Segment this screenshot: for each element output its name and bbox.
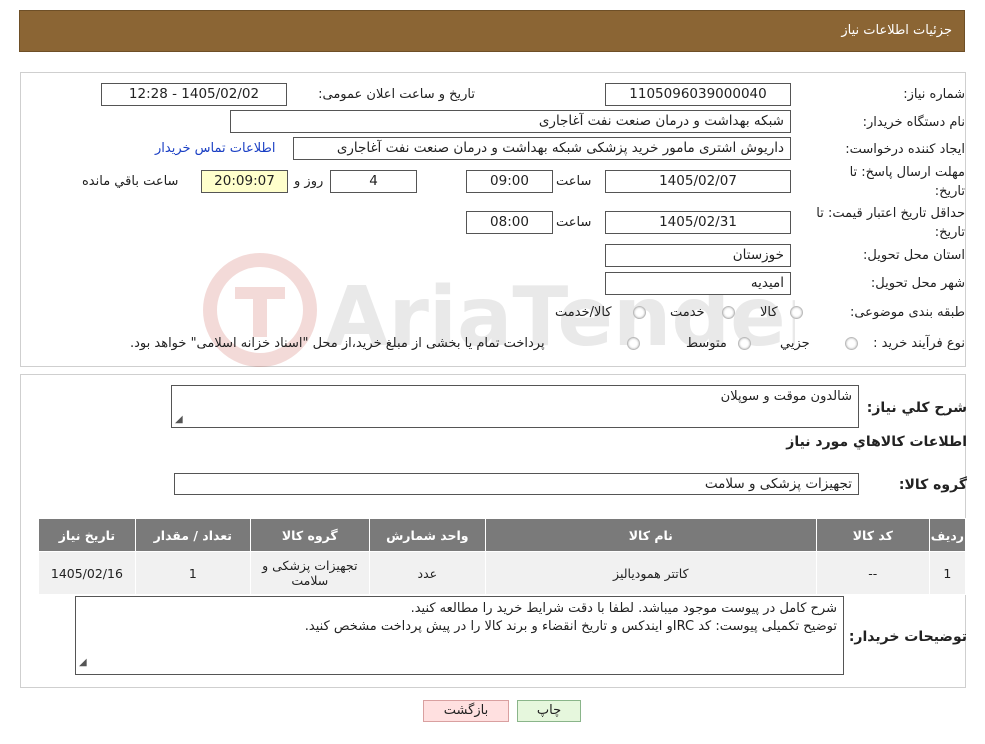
- announce-label: تاریخ و ساعت اعلان عمومی:: [318, 87, 475, 102]
- col-row-header: ردیف: [928, 518, 967, 552]
- buyer-org-field: شبکه بهداشت و درمان صنعت نفت آغاجاری: [230, 110, 791, 133]
- need-number-label: شماره نیاز:: [903, 87, 965, 102]
- category-radio-goods[interactable]: [790, 306, 803, 319]
- remaining-time-field: 20:09:07: [201, 170, 288, 193]
- category-option-both: کالا/خدمت: [555, 305, 612, 320]
- process-option-small: جزیي: [780, 336, 810, 351]
- buyer-notes-line2: توضیح تکمیلی پیوست: کد IRCو ایندکس و تار…: [304, 619, 837, 634]
- table-header-row: ردیف کد کالا نام کالا واحد شمارش گروه کا…: [38, 518, 967, 552]
- cell-unit: عدد: [368, 551, 486, 595]
- summary-text: شالدون موقت و سوپلان: [720, 389, 852, 404]
- group-label: گروه کالا:: [898, 477, 967, 493]
- buyer-contact-link[interactable]: اطلاعات تماس خریدار: [155, 141, 275, 156]
- items-table: ردیف کد کالا نام کالا واحد شمارش گروه کا…: [38, 518, 967, 595]
- cell-name: کاتتر همودیالیز: [484, 551, 817, 595]
- category-option-service: خدمت: [670, 305, 705, 320]
- process-label: نوع فرآیند خرید :: [873, 336, 965, 351]
- cell-qty: 1: [134, 551, 251, 595]
- price-validity-time-field: 08:00: [466, 211, 553, 234]
- summary-label: شرح کلي نیاز:: [866, 400, 967, 416]
- process-option-medium: متوسط: [686, 336, 727, 351]
- buyer-notes-line1: شرح کامل در پیوست موجود میباشد. لطفا با …: [410, 601, 837, 616]
- price-validity-time-label: ساعت: [556, 215, 592, 230]
- resize-grip-icon[interactable]: ◢: [175, 414, 183, 425]
- goods-info-title: اطلاعات کالاهاي مورد نیاز: [786, 434, 967, 450]
- price-validity-label-1: حداقل تاریخ اعتبار قیمت: تا: [816, 206, 965, 221]
- group-field: تجهیزات پزشکی و سلامت: [174, 473, 859, 495]
- city-label: شهر محل تحویل:: [870, 276, 965, 291]
- price-validity-date-field: 1405/02/31: [605, 211, 791, 234]
- col-date-header: تاریخ نیاز: [38, 518, 136, 552]
- print-button[interactable]: چاپ: [517, 700, 581, 722]
- page-header: جزئیات اطلاعات نیاز: [19, 10, 965, 52]
- col-unit-header: واحد شمارش: [368, 518, 486, 552]
- summary-textarea[interactable]: شالدون موقت و سوپلان ◢: [171, 385, 859, 428]
- price-validity-label-2: تاریخ:: [934, 225, 965, 240]
- city-field: امیدیه: [605, 272, 791, 295]
- col-name-header: نام کالا: [484, 518, 817, 552]
- page-title: جزئیات اطلاعات نیاز: [841, 23, 952, 38]
- back-button[interactable]: بازگشت: [423, 700, 509, 722]
- process-radio-small[interactable]: [845, 337, 858, 350]
- deadline-time-field: 09:00: [466, 170, 553, 193]
- deadline-date-field: 1405/02/07: [605, 170, 791, 193]
- remaining-label: ساعت باقي مانده: [82, 174, 179, 189]
- category-radio-both[interactable]: [633, 306, 646, 319]
- need-number-field: 1105096039000040: [605, 83, 791, 106]
- table-row: 1 -- کاتتر همودیالیز عدد تجهیزات پزشکی و…: [38, 551, 967, 595]
- deadline-label-2: تاریخ:: [934, 184, 965, 199]
- buyer-org-label: نام دستگاه خریدار:: [862, 115, 965, 130]
- buyer-notes-label: توضیحات خریدار:: [848, 629, 967, 645]
- requester-field: داریوش اشتری مامور خرید پزشکی شبکه بهداش…: [293, 137, 791, 160]
- resize-grip-icon[interactable]: ◢: [79, 654, 87, 672]
- process-note: پرداخت تمام یا بخشی از مبلغ خرید،از محل …: [130, 336, 545, 351]
- process-radio-medium[interactable]: [738, 337, 751, 350]
- requester-label: ایجاد کننده درخواست:: [845, 142, 965, 157]
- deadline-label-1: مهلت ارسال پاسخ: تا: [849, 165, 965, 180]
- col-code-header: کد کالا: [815, 518, 930, 552]
- category-label: طبقه بندی موضوعی:: [849, 305, 965, 320]
- buyer-notes-textarea[interactable]: شرح کامل در پیوست موجود میباشد. لطفا با …: [75, 596, 844, 675]
- category-option-goods: کالا: [760, 305, 778, 320]
- cell-code: --: [815, 551, 930, 595]
- announce-field: 1405/02/02 - 12:28: [101, 83, 287, 106]
- deadline-time-label: ساعت: [556, 174, 592, 189]
- category-radio-service[interactable]: [722, 306, 735, 319]
- col-group-header: گروه کالا: [249, 518, 370, 552]
- province-label: استان محل تحویل:: [863, 248, 965, 263]
- days-label: روز و: [294, 174, 324, 189]
- days-field: 4: [330, 170, 417, 193]
- cell-row: 1: [928, 551, 967, 595]
- cell-date: 1405/02/16: [38, 551, 136, 595]
- cell-group: تجهیزات پزشکی و سلامت: [249, 551, 370, 595]
- province-field: خوزستان: [605, 244, 791, 267]
- col-qty-header: تعداد / مقدار: [134, 518, 251, 552]
- treasury-checkbox[interactable]: [627, 337, 640, 350]
